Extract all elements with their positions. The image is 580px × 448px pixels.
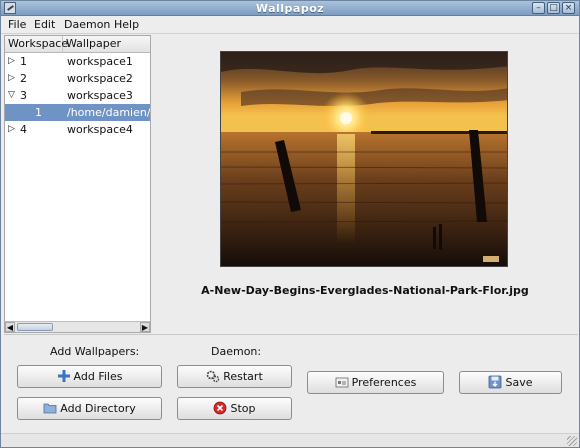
save-label: Save xyxy=(505,376,533,389)
add-directory-button[interactable]: Add Directory xyxy=(17,397,162,420)
horizontal-scrollbar[interactable]: ◀ ▶ xyxy=(5,321,150,332)
workspace-tree[interactable]: Workspace Wallpaper ▷ 1 workspace1 ▷ 2 w… xyxy=(4,35,151,333)
add-files-label: Add Files xyxy=(73,370,123,383)
save-button[interactable]: Save xyxy=(459,371,562,394)
menu-file[interactable]: File xyxy=(8,18,26,32)
wallpaper-name: workspace3 xyxy=(67,89,133,102)
wallpaper-preview-image xyxy=(220,51,508,267)
scroll-left-icon[interactable]: ◀ xyxy=(5,322,15,332)
tree-header: Workspace Wallpaper xyxy=(5,36,150,53)
menu-edit[interactable]: Edit xyxy=(34,18,55,32)
tree-row[interactable]: ▽ 3 workspace3 xyxy=(5,87,150,104)
tree-row[interactable]: ▷ 2 workspace2 xyxy=(5,70,150,87)
column-header-wallpaper[interactable]: Wallpaper xyxy=(63,36,150,53)
tree-row[interactable]: ▷ 4 workspace4 xyxy=(5,121,150,138)
menu-help[interactable]: Help xyxy=(114,18,139,32)
expander-expanded-icon[interactable]: ▽ xyxy=(8,87,16,104)
wallpapoz-window: Wallpapoz – □ × File Edit Daemon Help Wo… xyxy=(0,0,580,448)
expander-collapsed-icon[interactable]: ▷ xyxy=(8,121,16,138)
wallpaper-name: workspace1 xyxy=(67,55,133,68)
menu-bar: File Edit Daemon Help xyxy=(1,16,579,34)
expander-collapsed-icon[interactable]: ▷ xyxy=(8,53,16,70)
preferences-label: Preferences xyxy=(351,376,417,389)
wallpaper-name: workspace4 xyxy=(67,123,133,136)
stop-icon xyxy=(214,401,227,415)
workspace-number: 1 xyxy=(20,55,27,68)
save-icon xyxy=(489,375,502,389)
add-icon xyxy=(57,370,70,382)
tree-row[interactable]: ▷ 1 workspace1 xyxy=(5,53,150,70)
status-bar xyxy=(1,433,579,447)
scroll-right-icon[interactable]: ▶ xyxy=(140,322,150,332)
column-header-workspace[interactable]: Workspace xyxy=(5,36,68,53)
daemon-label: Daemon: xyxy=(211,345,262,358)
wallpaper-name: workspace2 xyxy=(67,72,133,85)
window-title: Wallpapoz xyxy=(255,2,325,15)
title-bar[interactable]: Wallpapoz – □ × xyxy=(1,1,579,16)
preferences-icon xyxy=(335,377,349,388)
close-icon[interactable]: × xyxy=(562,2,575,14)
wallpaper-index: 1 xyxy=(35,106,42,119)
resize-grip-icon[interactable] xyxy=(567,436,577,446)
add-files-button[interactable]: Add Files xyxy=(17,365,162,388)
add-directory-label: Add Directory xyxy=(60,402,136,415)
wallpaper-path: /home/damien/wa xyxy=(67,106,150,119)
add-wallpapers-label: Add Wallpapers: xyxy=(50,345,140,358)
separator xyxy=(4,334,578,335)
stop-button[interactable]: Stop xyxy=(177,397,292,420)
workspace-number: 4 xyxy=(20,123,27,136)
restart-label: Restart xyxy=(223,370,263,383)
menu-daemon[interactable]: Daemon xyxy=(64,18,110,32)
workspace-number: 2 xyxy=(20,72,27,85)
maximize-icon[interactable]: □ xyxy=(547,2,560,14)
wallpaper-filename: A-New-Day-Begins-Everglades-National-Par… xyxy=(201,284,529,297)
scrollbar-thumb[interactable] xyxy=(17,323,53,331)
restart-button[interactable]: Restart xyxy=(177,365,292,388)
workspace-number: 3 xyxy=(20,89,27,102)
preferences-button[interactable]: Preferences xyxy=(307,371,444,394)
folder-icon xyxy=(43,403,57,414)
stop-label: Stop xyxy=(230,402,256,415)
tree-row-selected[interactable]: 1 /home/damien/wa xyxy=(5,104,150,121)
expander-collapsed-icon[interactable]: ▷ xyxy=(8,70,16,87)
minimize-icon[interactable]: – xyxy=(532,2,545,14)
restart-gears-icon xyxy=(206,370,220,383)
